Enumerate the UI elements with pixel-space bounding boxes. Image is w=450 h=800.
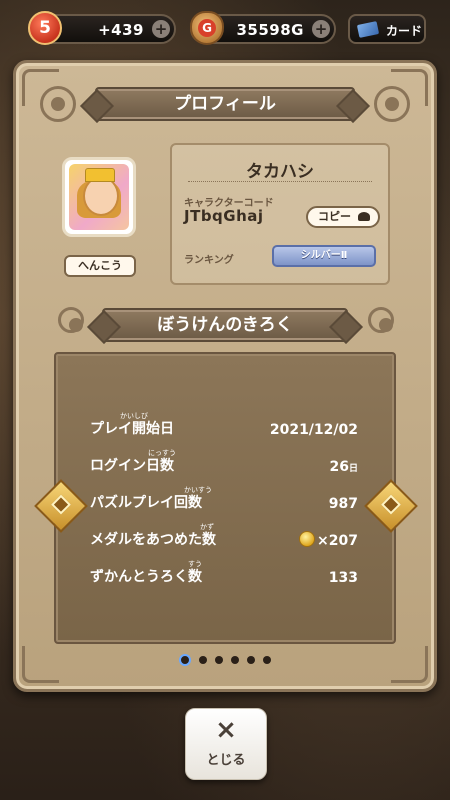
medal-icon: [299, 531, 316, 547]
hearts-counter[interactable]: 5 +439 +: [28, 11, 176, 45]
crown-icon: [85, 168, 115, 182]
page-dot[interactable]: [231, 655, 239, 664]
ornament-icon: [374, 86, 410, 122]
card-icon: [356, 21, 380, 38]
stat-row: にっすう ログイン日数 26日: [90, 449, 360, 479]
hearts-count: 5: [39, 18, 51, 38]
stat-value: ×207: [317, 533, 358, 549]
rank-value: シルバーⅡ: [300, 250, 348, 261]
change-avatar-button[interactable]: へんこう: [64, 255, 136, 277]
rank-badge[interactable]: シルバーⅡ: [272, 245, 376, 267]
gold-amount: 35598G: [236, 21, 304, 39]
page-dot[interactable]: [179, 653, 191, 666]
avatar-face: [83, 176, 119, 216]
stat-label: ログイン日数: [90, 458, 174, 474]
stat-label: プレイ開始日: [90, 421, 174, 437]
card-button[interactable]: カード: [348, 14, 426, 44]
ornament-icon: [368, 307, 394, 333]
stat-unit: 日: [348, 464, 358, 474]
change-avatar-label: へんこう: [78, 259, 122, 272]
gold-counter[interactable]: G 35598G +: [190, 11, 336, 45]
player-name: タカハシ: [246, 162, 314, 182]
page-dot[interactable]: [247, 655, 255, 664]
top-bar: 5 +439 + G 35598G + カード: [0, 8, 450, 52]
copy-button-label: コピー: [318, 210, 351, 223]
page-dot[interactable]: [199, 655, 207, 664]
stat-row: かいしび プレイ開始日 2021/12/02: [90, 412, 360, 442]
stat-value: 26: [329, 459, 349, 475]
copy-button[interactable]: コピー: [306, 206, 380, 228]
ranking-label: ランキング: [184, 255, 234, 266]
divider: [188, 181, 372, 182]
page-indicator: [0, 649, 450, 666]
player-info-card: タカハシ キャラクターコード JTbqGhaj コピー ランキング シルバーⅡ: [170, 143, 390, 285]
stat-value: 987: [328, 496, 358, 512]
stat-row: かいすう パズルプレイ回数 987: [90, 486, 360, 516]
stat-label: ずかんとうろく数: [90, 569, 202, 585]
cloud-icon: [358, 212, 370, 221]
stat-value-group: 26日: [330, 459, 359, 475]
profile-title-banner: プロフィール: [95, 87, 355, 121]
close-button-label: とじる: [206, 753, 246, 768]
stat-row: かず メダルをあつめた数 ×207: [90, 523, 360, 553]
hearts-bonus: +439: [98, 21, 144, 39]
avatar: [62, 157, 136, 237]
record-title: ぼうけんのきろく: [157, 315, 293, 335]
stat-label: メダルをあつめた数: [90, 532, 216, 548]
character-code: JTbqGhaj: [184, 207, 264, 225]
stat-value-group: ×207: [299, 531, 358, 549]
stat-label: パズルプレイ回数: [90, 495, 202, 511]
page-dot[interactable]: [263, 655, 271, 664]
page-dot[interactable]: [215, 655, 223, 664]
record-title-banner: ぼうけんのきろく: [102, 308, 348, 342]
close-button[interactable]: × とじる: [185, 708, 267, 780]
ornament-icon: [58, 307, 84, 333]
heart-icon: 5: [28, 11, 62, 45]
stat-value: 133: [328, 570, 358, 586]
profile-title: プロフィール: [174, 94, 276, 114]
gold-bag-icon: G: [190, 11, 224, 45]
add-hearts-button[interactable]: +: [152, 20, 170, 38]
close-icon: ×: [215, 715, 237, 745]
card-button-label: カード: [386, 24, 423, 38]
ornament-icon: [40, 86, 76, 122]
adventure-record-box: かいしび プレイ開始日 2021/12/02 にっすう ログイン日数 26日 か…: [54, 352, 396, 644]
stat-value: 2021/12/02: [269, 422, 358, 438]
add-gold-button[interactable]: +: [312, 20, 330, 38]
stat-row: すう ずかんとうろく数 133: [90, 560, 360, 590]
